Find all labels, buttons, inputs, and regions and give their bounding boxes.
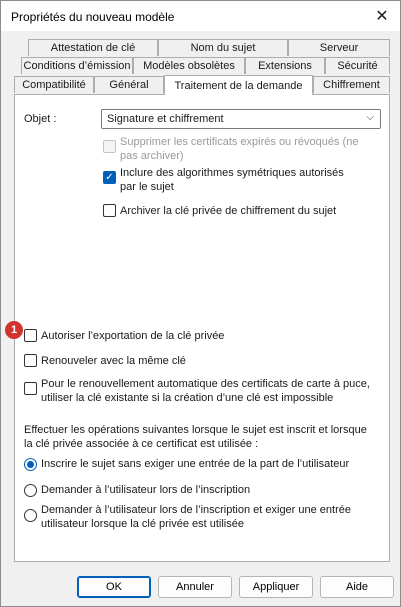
chevron-down-icon: ⌵ <box>366 112 374 123</box>
tab-extensions[interactable]: Extensions <box>245 57 325 74</box>
cancel-button[interactable]: Annuler <box>158 576 232 598</box>
delete-revoked-checkbox <box>103 140 116 153</box>
tab-server[interactable]: Serveur <box>288 39 390 56</box>
help-button[interactable]: Aide <box>320 576 394 598</box>
smartcard-reuse-checkbox[interactable] <box>24 382 37 395</box>
delete-revoked-label: Supprimer les certificats expirés ou rév… <box>120 136 359 162</box>
tab-issuance-requirements[interactable]: Conditions d’émission <box>21 57 133 74</box>
tab-key-attestation[interactable]: Attestation de clé <box>28 39 158 56</box>
include-symmetric-checkbox[interactable]: ✓ <box>103 171 116 184</box>
prompt-require-input-radio[interactable] <box>24 509 37 522</box>
prompt-enrollment-radio[interactable] <box>24 484 37 497</box>
tab-cryptography[interactable]: Chiffrement <box>313 76 390 93</box>
apply-button[interactable]: Appliquer <box>239 576 313 598</box>
smartcard-reuse-label: Pour le renouvellement automatique des c… <box>41 378 370 404</box>
archive-key-label: Archiver la clé privée de chiffrement du… <box>120 205 337 217</box>
allow-export-label: Autoriser l’exportation de la clé privée <box>41 330 225 342</box>
window-title: Propriétés du nouveau modèle <box>11 10 175 24</box>
prompt-require-input-label: Demander à l’utilisateur lors de l’inscr… <box>41 504 351 530</box>
renew-same-key-label: Renouveler avec la même clé <box>41 355 186 367</box>
allow-export-checkbox[interactable] <box>24 329 37 342</box>
prompt-enrollment-label: Demander à l’utilisateur lors de l’inscr… <box>41 484 251 496</box>
enroll-no-input-radio[interactable] <box>24 458 37 471</box>
tab-subject-name[interactable]: Nom du sujet <box>158 39 288 56</box>
tab-security[interactable]: Sécurité <box>325 57 390 74</box>
tab-request-handling[interactable]: Traitement de la demande <box>164 75 313 95</box>
include-symmetric-label: Inclure des algorithmes symétriques auto… <box>120 167 344 193</box>
annotation-badge: 1 <box>5 321 23 339</box>
tab-general[interactable]: Général <box>94 76 164 93</box>
tab-superseded-templates[interactable]: Modèles obsolètes <box>133 57 245 74</box>
archive-key-checkbox[interactable] <box>103 204 116 217</box>
dialog-window: Propriétés du nouveau modèle ✕ Attestati… <box>0 0 401 607</box>
title-bar: Propriétés du nouveau modèle ✕ <box>1 1 400 31</box>
close-icon[interactable]: ✕ <box>370 4 394 28</box>
renew-same-key-checkbox[interactable] <box>24 354 37 367</box>
tab-compatibility[interactable]: Compatibilité <box>14 76 94 93</box>
enrollment-intro: Effectuer les opérations suivantes lorsq… <box>24 424 367 450</box>
purpose-label: Objet : <box>24 113 57 125</box>
ok-button[interactable]: OK <box>77 576 151 598</box>
enroll-no-input-label: Inscrire le sujet sans exiger une entrée… <box>41 458 350 470</box>
purpose-select[interactable]: Signature et chiffrement ⌵ <box>101 109 381 129</box>
purpose-value: Signature et chiffrement <box>107 113 224 125</box>
